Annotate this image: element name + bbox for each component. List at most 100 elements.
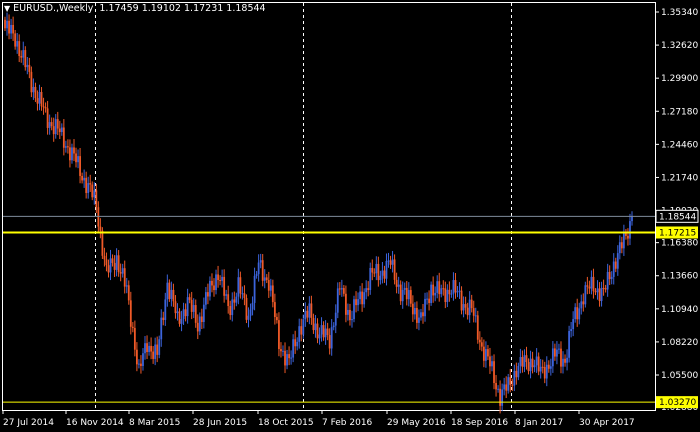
candle-body	[150, 345, 152, 352]
candle-body	[14, 33, 17, 47]
dropdown-triangle-icon[interactable]: ▼	[4, 4, 10, 13]
candle-body	[393, 259, 396, 280]
candle-body	[113, 262, 116, 270]
candle-body	[424, 298, 426, 317]
candle-body	[493, 361, 495, 384]
candle-body	[399, 284, 402, 302]
candle-body	[397, 284, 400, 287]
candle-body	[251, 302, 254, 310]
candle-body	[485, 349, 487, 361]
candle-body	[442, 288, 445, 290]
candle-body	[40, 91, 43, 107]
bid-price-label: 1.18544	[659, 212, 696, 222]
candle-body	[454, 280, 457, 293]
candle-body	[418, 317, 420, 323]
candle-body	[316, 323, 319, 339]
candle-body	[154, 344, 157, 359]
price-tick-label: 1.10940	[661, 305, 698, 315]
candle-body	[69, 147, 71, 161]
candle-body	[296, 341, 299, 347]
candle-body	[466, 307, 469, 316]
price-tick-label: 1.08220	[661, 338, 698, 348]
time-tick-label: 7 Feb 2016	[322, 418, 373, 428]
candle-body	[111, 258, 114, 263]
candle-body	[541, 366, 544, 368]
candle-body	[71, 147, 73, 161]
candle-body	[273, 302, 276, 318]
candle-body	[426, 298, 428, 300]
time-tick-label: 8 Jan 2017	[515, 418, 563, 428]
candle-body	[223, 276, 226, 296]
candle-body	[115, 255, 118, 270]
candle-body	[379, 275, 382, 281]
price-tick-label: 1.24460	[661, 140, 698, 150]
candle-body	[304, 310, 307, 320]
candle-body	[513, 370, 516, 386]
candle-body	[81, 175, 84, 181]
candle-body	[523, 355, 526, 367]
hline-label: 1.17215	[659, 228, 696, 238]
price-chart[interactable]: 1.35340 1.32620 1.29900 1.27180 1.24460 1.217…	[0, 0, 700, 432]
candle-body	[468, 299, 471, 316]
candle-body	[509, 377, 512, 385]
candle-body	[48, 122, 51, 128]
candle-body	[310, 303, 313, 318]
candle-body	[547, 364, 550, 369]
candle-body	[4, 19, 6, 29]
candle-body	[121, 268, 124, 274]
candle-body	[52, 126, 55, 135]
candle-body	[282, 350, 284, 352]
candle-body	[430, 284, 433, 304]
candle-body	[109, 258, 112, 273]
candle-body	[26, 64, 29, 68]
candle-body	[176, 311, 179, 314]
candle-body	[298, 326, 301, 342]
candle-body	[225, 294, 228, 296]
candle-body	[403, 287, 406, 290]
candle-body	[629, 221, 631, 239]
plot-frame	[2, 2, 656, 411]
candle-body	[600, 287, 603, 302]
candle-body	[125, 285, 128, 287]
time-tick-label: 18 Oct 2015	[258, 418, 314, 428]
candle-body	[383, 270, 386, 279]
candle-body	[614, 261, 617, 269]
candle-body	[54, 119, 57, 135]
candle-body	[174, 301, 177, 314]
candle-body	[395, 279, 398, 287]
candle-body	[578, 308, 581, 320]
candle-body	[172, 289, 175, 302]
candle-body	[582, 301, 585, 305]
candle-body	[413, 308, 416, 315]
candle-body	[207, 292, 209, 297]
candle-body	[347, 309, 349, 315]
candle-body	[515, 370, 518, 378]
candle-body	[186, 297, 189, 317]
candle-body	[525, 355, 528, 363]
price-tick-label: 1.16380	[661, 239, 698, 249]
candle-body	[93, 190, 96, 198]
candle-body	[422, 312, 424, 317]
candle-body	[355, 299, 357, 306]
candle-body	[209, 280, 211, 297]
candle-body	[385, 260, 388, 279]
candle-body	[308, 303, 311, 318]
candle-body	[505, 384, 508, 391]
candle-body	[495, 383, 497, 390]
candle-body	[480, 342, 483, 347]
candle-body	[529, 358, 532, 372]
candle-body	[551, 348, 554, 367]
candle-body	[261, 260, 264, 281]
candle-body	[16, 41, 19, 47]
candle-body	[79, 156, 81, 176]
chart-window[interactable]: 1.35340 1.32620 1.29900 1.27180 1.24460 1.217…	[0, 0, 700, 432]
candle-body	[416, 308, 418, 323]
candle-body	[162, 317, 165, 321]
candle-body	[190, 299, 193, 312]
candle-body	[302, 319, 305, 335]
candle-body	[428, 298, 430, 304]
candle-body	[103, 255, 106, 260]
candle-body	[625, 233, 627, 236]
candle-body	[535, 356, 538, 366]
candle-body	[351, 319, 353, 321]
